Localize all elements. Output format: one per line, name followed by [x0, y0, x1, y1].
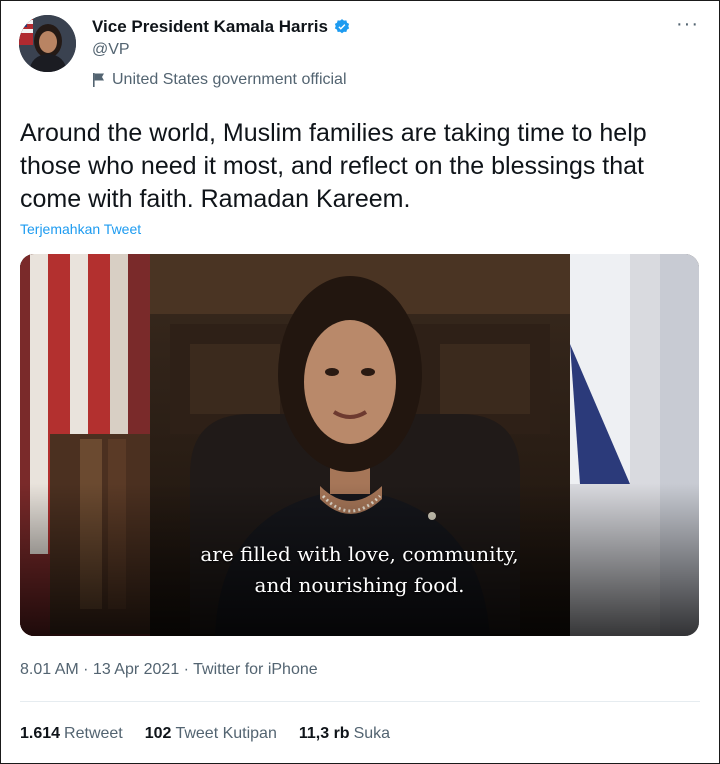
- tweet-video[interactable]: are filled with love, community, and nou…: [20, 254, 699, 636]
- verified-badge-icon: [334, 19, 350, 34]
- author-handle[interactable]: @VP: [92, 41, 130, 59]
- retweets-count: 1.614: [20, 725, 61, 742]
- author-name-row: Vice President Kamala Harris: [92, 17, 351, 37]
- tweet-timestamp[interactable]: 8.01 AM · 13 Apr 2021 · Twitter for iPho…: [20, 661, 318, 679]
- divider: [20, 701, 700, 702]
- likes-stat[interactable]: 11,3 rb Suka: [299, 725, 390, 743]
- translate-tweet-link[interactable]: Terjemahkan Tweet: [20, 221, 141, 237]
- retweets-stat[interactable]: 1.614 Retweet: [20, 725, 123, 743]
- tweet-stats: 1.614 Retweet 102 Tweet Kutipan 11,3 rb Suk…: [20, 725, 390, 743]
- government-label-text: United States government official: [112, 71, 347, 88]
- avatar[interactable]: [19, 15, 76, 72]
- retweets-label: Retweet: [64, 725, 123, 742]
- video-caption-line: and nourishing food.: [254, 573, 465, 597]
- government-label: United States government official: [92, 71, 347, 89]
- likes-label: Suka: [353, 725, 391, 742]
- video-caption-line: are filled with love, community,: [200, 542, 519, 566]
- tweet-card: Vice President Kamala Harris @VP United …: [0, 0, 720, 764]
- author-name[interactable]: Vice President Kamala Harris: [92, 17, 328, 37]
- quotes-label: Tweet Kutipan: [175, 725, 277, 742]
- quote-tweets-stat[interactable]: 102 Tweet Kutipan: [145, 725, 277, 743]
- tweet-text: Around the world, Muslim families are ta…: [20, 119, 647, 213]
- flag-icon: [93, 73, 104, 87]
- more-options-icon[interactable]: ···: [676, 13, 699, 36]
- likes-count: 11,3 rb: [298, 725, 350, 742]
- quotes-count: 102: [144, 725, 172, 742]
- video-caption: are filled with love, community, and nou…: [20, 539, 699, 601]
